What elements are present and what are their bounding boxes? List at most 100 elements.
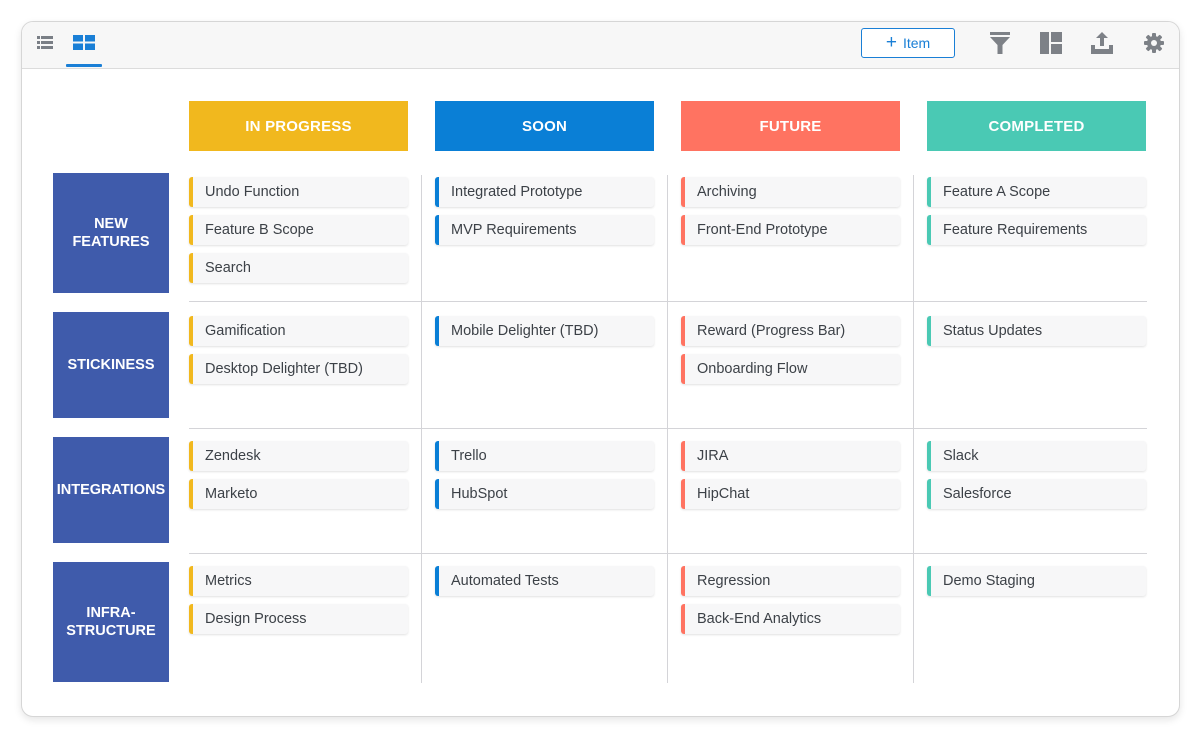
roadmap-card[interactable]: Zendesk (189, 441, 408, 471)
roadmap-card[interactable]: Automated Tests (435, 566, 654, 596)
roadmap-card[interactable]: Salesforce (927, 479, 1146, 509)
roadmap-card[interactable]: Reward (Progress Bar) (681, 316, 900, 346)
card-label: Reward (Progress Bar) (697, 323, 846, 339)
roadmap-card[interactable]: Regression (681, 566, 900, 596)
card-status-bar (189, 177, 193, 207)
board-cell: Regression Back-End Analytics (681, 566, 900, 642)
column-header-label: IN PROGRESS (245, 117, 352, 135)
roadmap-card[interactable]: Feature A Scope (927, 177, 1146, 207)
card-label: Front-End Prototype (697, 222, 828, 238)
settings-button[interactable] (1141, 32, 1167, 58)
export-button[interactable] (1089, 31, 1115, 58)
roadmap-card[interactable]: Front-End Prototype (681, 215, 900, 245)
card-label: Design Process (205, 611, 307, 627)
card-label: Gamification (205, 323, 286, 339)
layout-icon (1040, 31, 1062, 59)
row-divider (189, 428, 1147, 429)
card-status-bar (435, 479, 439, 509)
board-view-tab[interactable] (66, 22, 102, 68)
column-header-completed: COMPLETED (927, 101, 1146, 151)
filter-icon (990, 31, 1010, 59)
roadmap-card[interactable]: Feature Requirements (927, 215, 1146, 245)
roadmap-card[interactable]: Trello (435, 441, 654, 471)
grid-icon (73, 35, 95, 55)
card-label: Salesforce (943, 486, 1012, 502)
roadmap-card[interactable]: Undo Function (189, 177, 408, 207)
roadmap-card[interactable]: Desktop Delighter (TBD) (189, 354, 408, 384)
board-cell: Archiving Front-End Prototype (681, 177, 900, 253)
roadmap-card[interactable]: Status Updates (927, 316, 1146, 346)
roadmap-card[interactable]: JIRA (681, 441, 900, 471)
layout-button[interactable] (1038, 31, 1064, 59)
card-label: Status Updates (943, 323, 1043, 339)
card-label: Marketo (205, 486, 258, 502)
column-header-label: SOON (522, 117, 567, 135)
roadmap-card[interactable]: Design Process (189, 604, 408, 634)
card-label: Feature A Scope (943, 184, 1051, 200)
card-status-bar (681, 215, 685, 245)
card-label: Demo Staging (943, 573, 1035, 589)
card-status-bar (435, 566, 439, 596)
list-icon (37, 36, 53, 54)
card-label: Regression (697, 573, 771, 589)
card-label: MVP Requirements (451, 222, 577, 238)
card-status-bar (435, 177, 439, 207)
roadmap-card[interactable]: Mobile Delighter (TBD) (435, 316, 654, 346)
card-label: HipChat (697, 486, 750, 502)
row-label-text: NEW FEATURES (72, 216, 150, 250)
card-status-bar (927, 441, 931, 471)
row-label-text: STICKINESS (67, 357, 155, 373)
roadmap-card[interactable]: Marketo (189, 479, 408, 509)
roadmap-window: + Item IN PROGRESS SOON FUTURE COMPLETED… (21, 21, 1180, 717)
card-status-bar (189, 566, 193, 596)
roadmap-card[interactable]: Search (189, 253, 408, 283)
row-label-text: INTEGRATIONS (56, 482, 166, 498)
card-status-bar (927, 479, 931, 509)
roadmap-card[interactable]: HipChat (681, 479, 900, 509)
card-status-bar (681, 479, 685, 509)
column-divider (913, 175, 914, 683)
board-cell: Integrated Prototype MVP Requirements (435, 177, 654, 253)
card-label: Integrated Prototype (451, 184, 583, 200)
card-label: Archiving (697, 184, 757, 200)
card-status-bar (927, 316, 931, 346)
roadmap-card[interactable]: MVP Requirements (435, 215, 654, 245)
roadmap-card[interactable]: Slack (927, 441, 1146, 471)
card-status-bar (189, 215, 193, 245)
card-status-bar (435, 215, 439, 245)
card-status-bar (927, 177, 931, 207)
card-label: JIRA (697, 448, 729, 464)
roadmap-card[interactable]: Onboarding Flow (681, 354, 900, 384)
board-cell: Mobile Delighter (TBD) (435, 316, 654, 354)
roadmap-card[interactable]: Back-End Analytics (681, 604, 900, 634)
row-label-text: INFRA- STRUCTURE (66, 605, 156, 639)
board-cell: Feature A Scope Feature Requirements (927, 177, 1146, 253)
row-label-new-features: NEW FEATURES (53, 173, 169, 293)
roadmap-card[interactable]: Metrics (189, 566, 408, 596)
roadmap-card[interactable]: Gamification (189, 316, 408, 346)
roadmap-card[interactable]: Feature B Scope (189, 215, 408, 245)
card-label: Feature B Scope (205, 222, 314, 238)
card-label: Metrics (205, 573, 252, 589)
card-status-bar (435, 441, 439, 471)
toolbar: + Item (22, 22, 1179, 69)
row-divider (189, 301, 1147, 302)
column-divider (667, 175, 668, 683)
board-cell: Gamification Desktop Delighter (TBD) (189, 316, 408, 392)
card-status-bar (927, 215, 931, 245)
card-status-bar (189, 354, 193, 384)
roadmap-card[interactable]: Demo Staging (927, 566, 1146, 596)
card-status-bar (189, 479, 193, 509)
board-cell: Automated Tests (435, 566, 654, 604)
column-header-label: FUTURE (759, 117, 822, 135)
card-status-bar (189, 316, 193, 346)
card-label: Undo Function (205, 184, 300, 200)
add-item-button[interactable]: + Item (861, 28, 955, 58)
filter-button[interactable] (987, 31, 1013, 59)
card-status-bar (681, 441, 685, 471)
roadmap-card[interactable]: HubSpot (435, 479, 654, 509)
list-view-tab[interactable] (32, 22, 58, 68)
roadmap-card[interactable]: Archiving (681, 177, 900, 207)
roadmap-card[interactable]: Integrated Prototype (435, 177, 654, 207)
card-status-bar (681, 316, 685, 346)
